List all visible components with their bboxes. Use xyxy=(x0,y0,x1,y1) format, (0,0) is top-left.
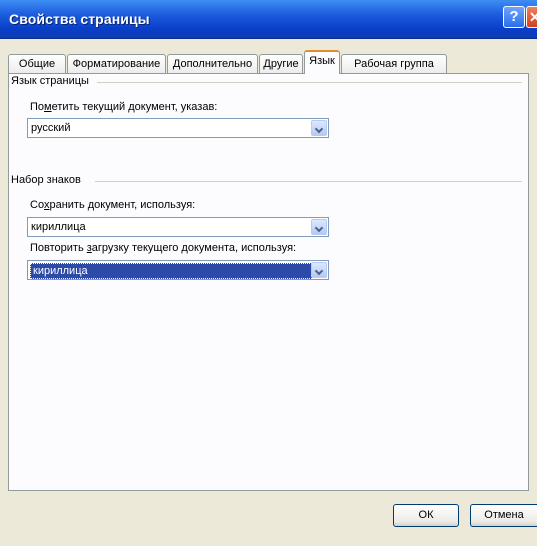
tab-general[interactable]: Общие xyxy=(8,54,66,73)
window-title: Свойства страницы xyxy=(9,11,150,27)
save-document-label: Сохранить документ, используя: xyxy=(30,199,196,211)
group-divider xyxy=(95,181,522,182)
reload-document-label: Повторить загрузку текущего документа, и… xyxy=(30,242,297,254)
tab-workgroup[interactable]: Рабочая группа xyxy=(341,54,447,73)
page-language-value: русский xyxy=(31,122,71,134)
group-title-charset: Набор знаков xyxy=(11,174,84,186)
tab-formatting[interactable]: Форматирование xyxy=(67,54,166,73)
reload-encoding-value: кириллица xyxy=(30,263,312,279)
tab-panel-language: Язык страницы Пометить текущий документ,… xyxy=(8,73,529,491)
chevron-down-icon[interactable] xyxy=(311,120,327,136)
help-button[interactable]: ? xyxy=(503,6,525,28)
mark-document-label: Пометить текущий документ, указав: xyxy=(30,101,218,113)
reload-encoding-select[interactable]: кириллица xyxy=(27,260,329,280)
tab-other[interactable]: Другие xyxy=(259,54,303,73)
page-language-select[interactable]: русский xyxy=(27,118,329,138)
group-title-page-language: Язык страницы xyxy=(11,75,92,87)
save-encoding-value: кириллица xyxy=(31,221,86,233)
close-button[interactable]: ✕ xyxy=(526,6,537,28)
chevron-down-icon[interactable] xyxy=(311,219,327,235)
save-encoding-select[interactable]: кириллица xyxy=(27,217,329,237)
cancel-button[interactable]: Отмена xyxy=(470,504,537,527)
group-divider xyxy=(97,82,522,83)
dialog-client-area: Общие Форматирование Дополнительно Други… xyxy=(0,39,537,546)
tab-advanced[interactable]: Дополнительно xyxy=(167,54,258,73)
chevron-down-icon[interactable] xyxy=(311,262,327,278)
close-icon: ✕ xyxy=(529,9,537,25)
ok-button[interactable]: ОК xyxy=(393,504,459,527)
help-icon: ? xyxy=(509,8,519,25)
title-bar[interactable]: Свойства страницы ? ✕ xyxy=(0,0,537,39)
tab-language[interactable]: Язык xyxy=(304,50,340,74)
